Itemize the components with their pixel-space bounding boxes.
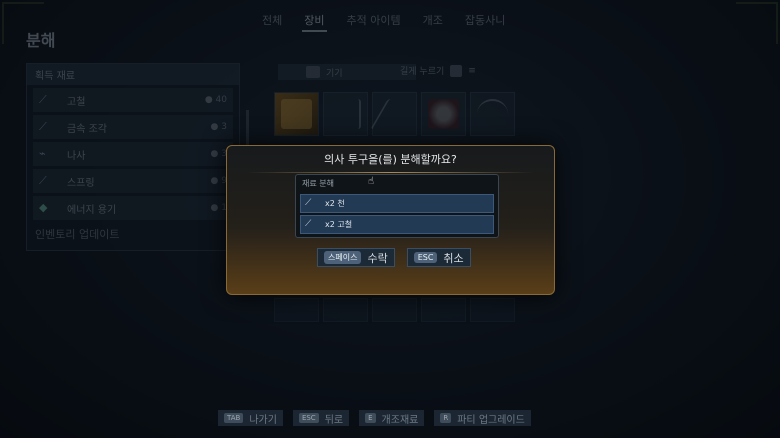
bow-icon xyxy=(330,99,361,129)
helmet-icon xyxy=(428,99,459,129)
action-label: 파티 업그레이드 xyxy=(457,414,525,426)
item-slot[interactable] xyxy=(274,92,319,136)
dialog-buttons: 스페이스 수락 ESC 취소 xyxy=(317,248,471,267)
accept-label: 수락 xyxy=(367,251,388,265)
key-label: TAB xyxy=(224,413,244,423)
back-button[interactable]: ESC 뒤로 xyxy=(292,410,350,426)
hold-hint-label: 길게 누르기 xyxy=(400,67,445,77)
material-qty: ● 3 xyxy=(210,122,227,132)
key-label: ESC xyxy=(298,413,319,423)
energy-icon: ◆ xyxy=(39,201,48,214)
material-name: 에너지 용기 xyxy=(67,204,117,216)
page-title: 분해 xyxy=(26,31,56,50)
item-grid xyxy=(274,92,515,136)
material-name: 스프링 xyxy=(67,177,95,189)
item-slot[interactable] xyxy=(274,298,319,322)
item-slot[interactable] xyxy=(323,298,368,322)
materials-panel: 획득 재료 ⟋ 고철 ● 40 ⟋ 금속 조각 ● 3 ⌁ 나사 ● 3 ⟋ 스… xyxy=(26,63,240,251)
spring-icon: ⟋ xyxy=(39,174,47,187)
key-label: ESC xyxy=(413,252,438,263)
tab-all[interactable]: 전체 xyxy=(260,10,284,32)
item-slot[interactable] xyxy=(421,298,466,322)
dialog-title: 의사 투구을(를) 분해할까요? xyxy=(324,153,457,166)
material-name: 나사 xyxy=(67,150,86,162)
results-label: 재료 분해 xyxy=(302,179,334,188)
key-label: 스페이스 xyxy=(324,251,362,264)
key-label: E xyxy=(365,413,376,423)
cancel-button[interactable]: ESC 취소 xyxy=(406,248,471,267)
frame-corner-top-right xyxy=(736,2,778,44)
material-name: 금속 조각 xyxy=(67,123,107,135)
material-name: 고철 xyxy=(67,96,86,108)
tab-equipment[interactable]: 장비 xyxy=(302,10,327,32)
mod-materials-button[interactable]: E 개조재료 xyxy=(359,410,425,426)
item-grid-lower xyxy=(274,298,515,322)
material-row[interactable]: ⌁ 나사 ● 3 xyxy=(33,142,233,166)
sort-icon: ≡ xyxy=(468,65,476,76)
item-slot[interactable] xyxy=(421,92,466,136)
inventory-update-link[interactable]: 인벤토리 업데이트 xyxy=(27,220,239,248)
exit-button[interactable]: TAB 나가기 xyxy=(218,410,283,426)
item-slot[interactable] xyxy=(323,92,368,136)
cloth-icon: ⟋ xyxy=(305,197,312,208)
key-hint-icon xyxy=(306,66,320,78)
material-row[interactable]: ⟋ 스프링 ● 9 xyxy=(33,169,233,193)
item-slot[interactable] xyxy=(370,92,419,136)
party-upgrade-button[interactable]: R 파티 업그레이드 xyxy=(434,410,531,426)
accept-button[interactable]: 스페이스 수락 xyxy=(317,248,395,267)
key-label: R xyxy=(440,413,452,423)
sword-icon xyxy=(370,99,419,129)
result-item: ⟋ x2 천 xyxy=(300,194,494,213)
tab-trinkets[interactable]: 추적 아이템 xyxy=(345,10,403,32)
material-row[interactable]: ⟋ 금속 조각 ● 3 xyxy=(33,115,233,139)
material-row[interactable]: ⟋ 고철 ● 40 xyxy=(33,88,233,112)
dismantle-dialog: 의사 투구을(를) 분해할까요? 재료 분해 ⟋ x2 천 ⟋ x2 고철 ☝ … xyxy=(226,145,555,295)
material-qty-value: 3 xyxy=(221,122,227,132)
dismantle-results: 재료 분해 ⟋ x2 천 ⟋ x2 고철 xyxy=(295,174,499,238)
scrollbar[interactable] xyxy=(246,110,249,150)
item-slot[interactable] xyxy=(470,298,515,322)
filter-dropdown[interactable]: 기기 xyxy=(278,64,416,80)
result-text: x2 천 xyxy=(325,199,345,208)
material-qty: ● 1 xyxy=(210,203,227,213)
material-qty: ● 3 xyxy=(210,149,227,159)
result-item: ⟋ x2 고철 xyxy=(300,215,494,234)
key-hint-icon xyxy=(450,64,463,77)
action-label: 나가기 xyxy=(249,414,277,426)
material-qty: ● 40 xyxy=(204,95,227,105)
metal-icon: ⟋ xyxy=(39,120,47,133)
material-qty: ● 9 xyxy=(210,176,227,186)
action-label: 개조재료 xyxy=(381,414,419,426)
result-text: x2 고철 xyxy=(325,220,353,229)
item-slot[interactable] xyxy=(470,92,515,136)
bottom-action-bar: TAB 나가기 ESC 뒤로 E 개조재료 R 파티 업그레이드 xyxy=(218,410,531,426)
mouse-cursor-icon: ☝ xyxy=(368,176,375,187)
filter-label: 기기 xyxy=(326,68,343,79)
item-icon xyxy=(281,99,312,129)
hold-hint: 길게 누르기 ≡ xyxy=(400,64,476,77)
item-slot[interactable] xyxy=(372,298,417,322)
material-qty-value: 40 xyxy=(215,95,227,105)
scrap-icon: ⟋ xyxy=(39,93,47,106)
scrap-icon: ⟋ xyxy=(305,218,312,229)
category-tabs: 전체 장비 추적 아이템 개조 잡동사니 xyxy=(260,10,507,32)
bow-icon xyxy=(477,99,508,129)
screw-icon: ⌁ xyxy=(39,147,46,160)
material-row[interactable]: ◆ 에너지 용기 ● 1 xyxy=(33,196,233,220)
tab-mods[interactable]: 개조 xyxy=(421,10,445,32)
tab-junk[interactable]: 잡동사니 xyxy=(463,10,507,32)
materials-header: 획득 재료 xyxy=(27,64,239,85)
divider xyxy=(247,172,534,173)
action-label: 뒤로 xyxy=(324,414,344,426)
cancel-label: 취소 xyxy=(443,251,464,265)
